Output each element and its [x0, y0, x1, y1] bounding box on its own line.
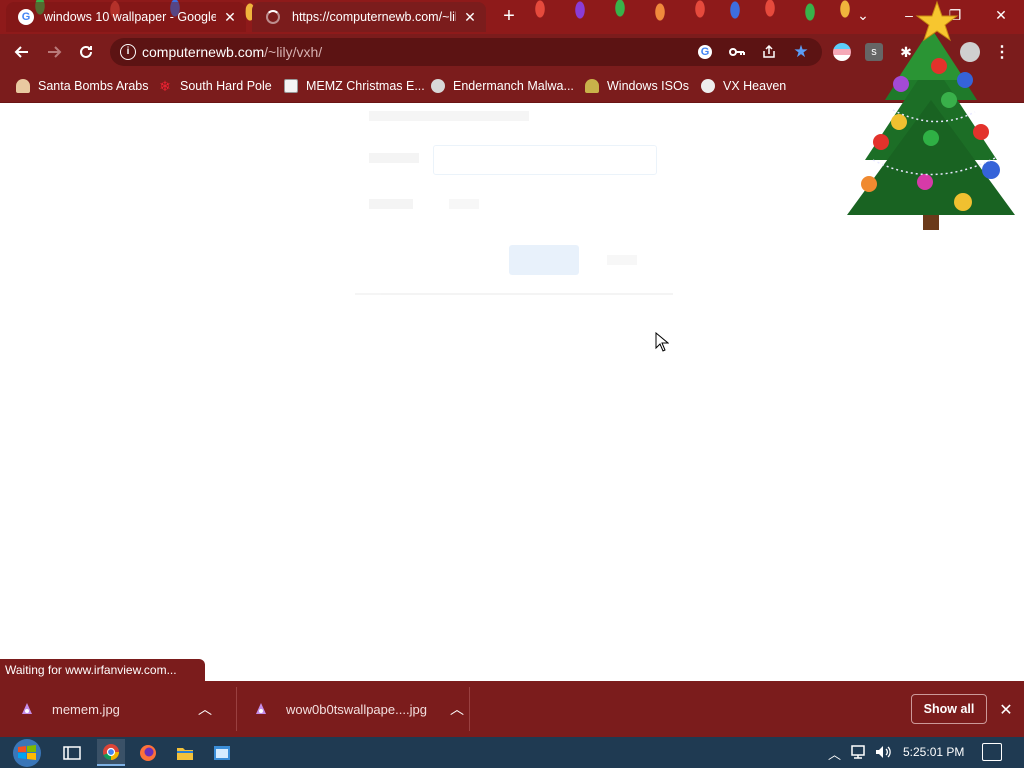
action-center-icon[interactable]: [982, 743, 1002, 761]
bookmark-label: MEMZ Christmas E...: [306, 79, 425, 93]
bookmark-endermanch-malware[interactable]: Endermanch Malwa...: [431, 77, 574, 95]
new-tab-button[interactable]: +: [499, 6, 519, 26]
faded-button: [509, 245, 579, 275]
chrome-taskbar-icon[interactable]: [97, 739, 125, 766]
download-filename: memem.jpg: [52, 701, 120, 717]
download-item[interactable]: wow0b0tswallpape....jpg ︿: [254, 681, 464, 737]
divider: [469, 687, 470, 731]
task-view-icon[interactable]: [60, 741, 84, 765]
faded-link: [607, 255, 637, 265]
reload-button[interactable]: [74, 40, 98, 64]
mouse-cursor-icon: [655, 331, 670, 355]
bookmark-south-hard-pole[interactable]: ❄ South Hard Pole: [158, 77, 272, 95]
windows-orb-icon: [13, 739, 41, 767]
faded-login-form: [355, 103, 673, 295]
url-text[interactable]: computernewb.com/~lily/vxh/: [142, 44, 322, 60]
faded-text: [369, 111, 529, 121]
download-item[interactable]: memem.jpg ︿: [20, 681, 230, 737]
app-window-taskbar-icon[interactable]: [210, 741, 234, 765]
bookmark-label: Santa Bombs Arabs: [38, 79, 149, 93]
chevron-up-icon[interactable]: ︿: [198, 699, 212, 719]
taskbar: ︿ 5:25:01 PM: [0, 737, 1024, 768]
close-tab-icon[interactable]: ✕: [462, 9, 478, 26]
start-button[interactable]: [9, 737, 45, 768]
image-file-icon: [22, 703, 32, 714]
tab-google-search[interactable]: G windows 10 wallpaper - Google ✕: [6, 2, 246, 32]
tab-title: windows 10 wallpaper - Google: [44, 10, 216, 24]
bookmark-windows-isos[interactable]: Windows ISOs: [585, 77, 689, 95]
bookmark-vx-heaven[interactable]: VX Heaven: [701, 77, 786, 95]
faded-divider: [355, 293, 673, 295]
url-path: /~lily/vxh/: [264, 44, 323, 60]
faded-label: [369, 153, 419, 163]
image-file-icon: [256, 703, 266, 714]
bookmark-label: South Hard Pole: [180, 79, 272, 93]
forward-arrow-icon: [48, 46, 62, 58]
bookmark-star-icon[interactable]: ★: [792, 42, 810, 61]
christmas-tree-icon: [847, 0, 1015, 230]
bookmark-label: VX Heaven: [723, 79, 787, 93]
reload-icon: [80, 45, 92, 58]
site-info-icon[interactable]: i: [120, 44, 136, 60]
download-filename: wow0b0tswallpape....jpg: [286, 701, 427, 717]
url-domain: computernewb.com: [142, 44, 265, 60]
system-clock[interactable]: 5:25:01 PM: [903, 745, 964, 759]
close-shelf-icon[interactable]: ✕: [998, 700, 1014, 720]
faded-input: [433, 145, 657, 175]
faded-label: [369, 199, 413, 209]
file-explorer-taskbar-icon[interactable]: [173, 741, 197, 765]
bookmark-memz-christmas[interactable]: MEMZ Christmas E...: [284, 77, 425, 95]
endermanch-icon: [431, 79, 445, 93]
chevron-up-icon[interactable]: ︿: [450, 699, 464, 719]
windows-iso-icon: [585, 79, 599, 93]
bookmark-santa-bombs-arabs[interactable]: Santa Bombs Arabs: [16, 77, 148, 95]
key-icon[interactable]: [728, 43, 746, 61]
memz-icon: [284, 79, 298, 93]
close-tab-icon[interactable]: ✕: [222, 9, 238, 26]
faded-value: [449, 199, 479, 209]
santa-icon: [16, 79, 30, 93]
volume-icon[interactable]: [874, 744, 892, 763]
download-shelf: memem.jpg ︿ wow0b0tswallpape....jpg ︿ Sh…: [0, 681, 1024, 737]
address-bar[interactable]: i computernewb.com/~lily/vxh/ G ★: [110, 38, 822, 66]
show-hidden-icons-chevron-icon[interactable]: ︿: [828, 744, 841, 763]
network-icon[interactable]: [850, 744, 868, 763]
vx-heaven-icon: [701, 79, 715, 93]
share-icon[interactable]: [760, 43, 778, 61]
loading-spinner-icon: [266, 10, 280, 24]
firefox-taskbar-icon[interactable]: [136, 741, 160, 765]
snowflake-icon: ❄: [159, 78, 171, 94]
back-arrow-icon: [14, 46, 28, 58]
back-button[interactable]: [10, 40, 34, 64]
bookmark-label: Windows ISOs: [607, 79, 689, 93]
tab-title: https://computernewb.com/~lily: [292, 10, 456, 24]
google-lens-icon[interactable]: G: [696, 43, 714, 61]
forward-button[interactable]: [42, 40, 66, 64]
show-all-downloads-button[interactable]: Show all: [911, 694, 987, 724]
bookmark-label: Endermanch Malwa...: [453, 79, 574, 93]
status-bubble: Waiting for www.irfanview.com...: [0, 659, 205, 681]
divider: [236, 687, 237, 731]
tab-computernewb[interactable]: https://computernewb.com/~lily ✕: [252, 2, 486, 32]
google-icon: G: [18, 9, 34, 25]
